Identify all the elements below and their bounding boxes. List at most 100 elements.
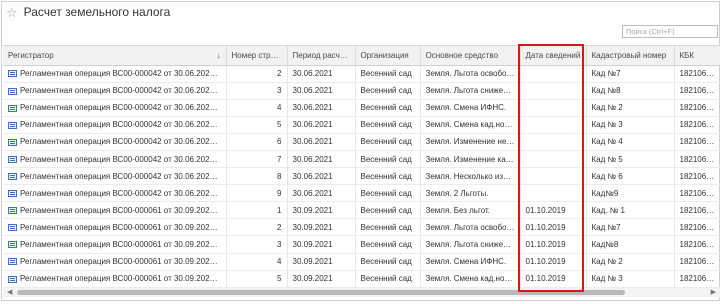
scrollbar-thumb[interactable] <box>17 290 625 295</box>
table-row[interactable]: Регламентная операция ВС00-000042 от 30.… <box>3 133 720 151</box>
cell-line-number: 3 <box>226 82 288 100</box>
cell-period: 30.09.2021 <box>287 253 356 271</box>
registrator-text: Регламентная операция ВС00-000042 от 30.… <box>20 69 226 79</box>
cell-fixed-asset: Земля. Изменение неск... <box>420 133 521 151</box>
column-header-kbk[interactable]: КБК <box>674 46 720 66</box>
cell-period: 30.06.2021 <box>287 184 356 203</box>
registrator-text: Регламентная операция ВС00-000061 от 30.… <box>20 222 226 232</box>
registrator-text: Регламентная операция ВС00-000042 от 30.… <box>20 86 226 96</box>
cell-cadastral-number: Кад№8 <box>586 235 675 254</box>
table-row[interactable]: Регламентная операция ВС00-000061 от 30.… <box>3 201 720 220</box>
scroll-left-arrow-icon[interactable]: ◀ <box>7 288 12 297</box>
column-header-registrator[interactable]: Регистратор ↓ <box>3 46 227 66</box>
document-icon <box>8 104 17 112</box>
cell-registrator: Регламентная операция ВС00-000061 от 30.… <box>3 253 227 271</box>
cell-line-number: 1 <box>226 201 288 220</box>
table-row[interactable]: Регламентная операция ВС00-000061 от 30.… <box>3 270 720 288</box>
table-row[interactable]: Регламентная операция ВС00-000042 от 30.… <box>3 167 720 186</box>
cell-line-number: 4 <box>226 99 288 117</box>
cell-period: 30.06.2021 <box>287 133 356 151</box>
cell-registrator: Регламентная операция ВС00-000042 от 30.… <box>3 99 227 117</box>
document-icon <box>8 241 17 249</box>
cell-cadastral-number: Кад № 3 <box>586 270 675 288</box>
cell-organization: Весенний сад <box>355 235 421 254</box>
cell-line-number: 3 <box>226 235 288 254</box>
cell-info-date <box>520 167 587 186</box>
cell-period: 30.06.2021 <box>287 167 356 186</box>
table-row[interactable]: Регламентная операция ВС00-000061 от 30.… <box>3 218 720 237</box>
document-icon <box>8 87 17 95</box>
cell-kbk: 18210606 <box>674 82 720 100</box>
document-icon <box>8 224 17 232</box>
cell-line-number: 2 <box>226 65 288 83</box>
cell-registrator: Регламентная операция ВС00-000042 от 30.… <box>3 150 227 169</box>
cell-period: 30.06.2021 <box>287 99 356 117</box>
cell-cadastral-number: Кад №7 <box>586 65 675 83</box>
cell-registrator: Регламентная операция ВС00-000042 от 30.… <box>3 133 227 151</box>
registrator-text: Регламентная операция ВС00-000042 от 30.… <box>20 120 226 130</box>
data-table: Регистратор ↓ Номер строки Период расчета… <box>3 45 720 289</box>
cell-organization: Весенний сад <box>355 133 421 151</box>
cell-organization: Весенний сад <box>355 201 421 220</box>
cell-fixed-asset: Земля. Льгота снижени... <box>420 235 521 254</box>
cell-kbk: 18210606 <box>674 253 720 271</box>
cell-period: 30.09.2021 <box>287 201 356 220</box>
cell-kbk: 18210606 <box>674 150 720 169</box>
cell-period: 30.09.2021 <box>287 235 356 254</box>
cell-cadastral-number: Кад № 2 <box>586 253 675 271</box>
page-title: Расчет земельного налога <box>23 5 171 19</box>
table-row[interactable]: Регламентная операция ВС00-000042 от 30.… <box>3 184 720 203</box>
cell-info-date <box>520 184 587 203</box>
horizontal-scrollbar[interactable]: ◀ ▶ <box>3 288 720 297</box>
table-row[interactable]: Регламентная операция ВС00-000042 от 30.… <box>3 99 720 117</box>
cell-fixed-asset: Земля. Изменение кад... <box>420 150 521 169</box>
registrator-text: Регламентная операция ВС00-000061 от 30.… <box>20 274 226 284</box>
table-row[interactable]: Регламентная операция ВС00-000042 от 30.… <box>3 116 720 134</box>
document-icon <box>8 258 17 266</box>
cell-registrator: Регламентная операция ВС00-000061 от 30.… <box>3 218 227 237</box>
cell-cadastral-number: Кад № 2 <box>586 99 675 117</box>
registrator-text: Регламентная операция ВС00-000061 от 30.… <box>20 205 226 215</box>
cell-kbk: 18210606 <box>674 167 720 186</box>
cell-kbk: 18210606 <box>674 99 720 117</box>
table-row[interactable]: Регламентная операция ВС00-000042 от 30.… <box>3 150 720 169</box>
document-icon <box>8 155 17 163</box>
document-icon <box>8 173 17 180</box>
star-icon[interactable]: ☆ <box>6 6 18 19</box>
table-row[interactable]: Регламентная операция ВС00-000061 от 30.… <box>3 235 720 254</box>
cell-organization: Весенний сад <box>355 218 421 237</box>
cell-cadastral-number: Кад. № 1 <box>586 201 675 220</box>
cell-cadastral-number: Кад №7 <box>586 218 675 237</box>
document-icon <box>8 275 17 283</box>
cell-organization: Весенний сад <box>355 184 421 203</box>
column-header-line-number[interactable]: Номер строки <box>226 46 288 66</box>
table-row[interactable]: Регламентная операция ВС00-000042 от 30.… <box>3 65 720 83</box>
cell-info-date: 01.10.2019 <box>520 218 587 237</box>
cell-organization: Весенний сад <box>355 99 421 117</box>
cell-registrator: Регламентная операция ВС00-000042 от 30.… <box>3 116 227 134</box>
column-header-period[interactable]: Период расчета <box>287 46 356 66</box>
cell-period: 30.06.2021 <box>287 82 356 100</box>
column-header-organization[interactable]: Организация <box>355 46 421 66</box>
document-icon <box>8 207 17 215</box>
cell-line-number: 6 <box>226 133 288 151</box>
column-header-info-date[interactable]: Дата сведений <box>520 46 587 66</box>
registrator-text: Регламентная операция ВС00-000042 от 30.… <box>20 137 226 147</box>
column-header-fixed-asset[interactable]: Основное средство <box>420 46 521 66</box>
cell-kbk: 18210606 <box>674 235 720 254</box>
cell-kbk: 18210606 <box>674 116 720 134</box>
cell-kbk: 18210606 <box>674 218 720 237</box>
scroll-right-arrow-icon[interactable]: ▶ <box>711 288 716 297</box>
search-input[interactable] <box>622 25 718 38</box>
cell-cadastral-number: Кад № 3 <box>586 116 675 134</box>
cell-organization: Весенний сад <box>355 116 421 134</box>
cell-cadastral-number: Кад№9 <box>586 184 675 203</box>
cell-info-date <box>520 65 587 83</box>
cell-line-number: 9 <box>226 184 288 203</box>
table-row[interactable]: Регламентная операция ВС00-000061 от 30.… <box>3 253 720 271</box>
cell-kbk: 18210606 <box>674 270 720 288</box>
table-row[interactable]: Регламентная операция ВС00-000042 от 30.… <box>3 82 720 100</box>
column-header-cadastral-number[interactable]: Кадастровый номер <box>586 46 675 66</box>
cell-info-date <box>520 99 587 117</box>
cell-kbk: 18210606 <box>674 184 720 203</box>
